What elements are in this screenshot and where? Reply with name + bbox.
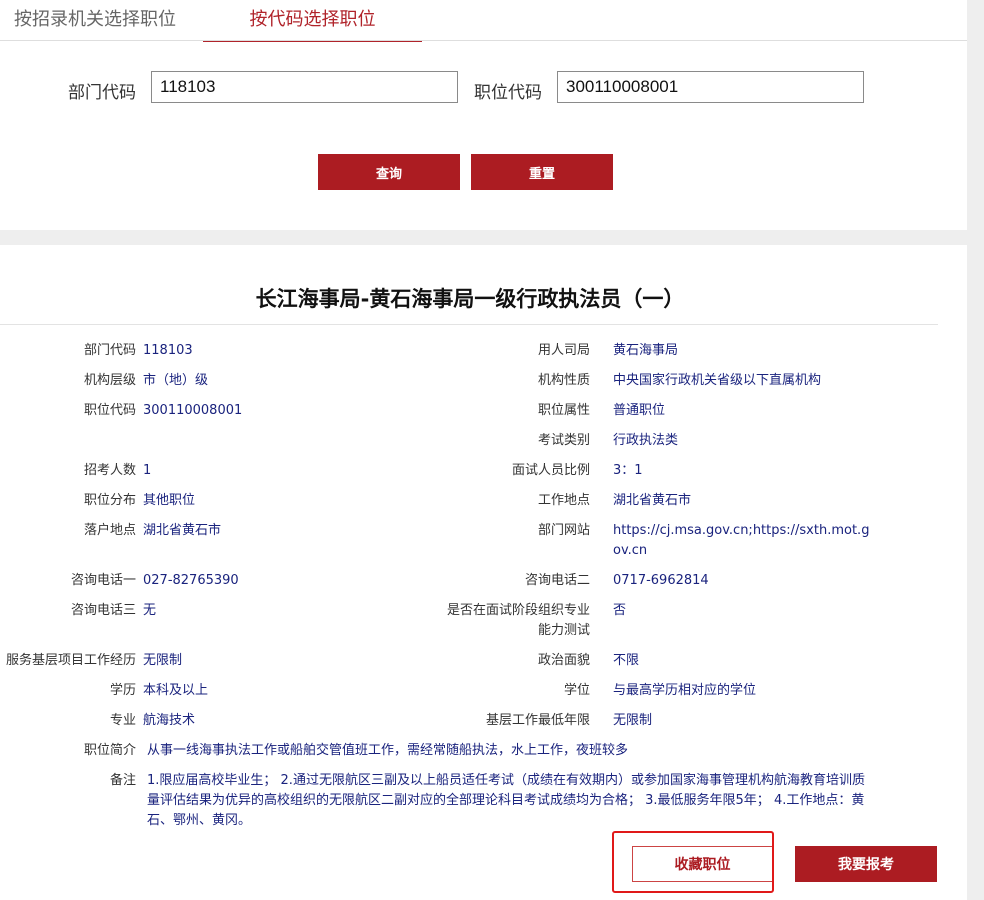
position-title: 长江海事局-黄石海事局一级行政执法员（一） [255,287,685,311]
org-nature-label: 机构性质 [537,373,590,388]
work-location-label: 工作地点 [537,493,590,508]
org-level-value: 市（地）级 [143,373,209,388]
tab-divider [0,40,967,41]
search-panel: 按招录机关选择职位 按代码选择职位 部门代码 职位代码 查询 重置 [0,0,967,230]
grassroots-project-label: 服务基层项目工作经历 [5,653,136,668]
political-status-label: 政治面貌 [537,653,590,668]
distribution-value: 其他职位 [143,493,196,508]
position-code-label: 职位代码 [474,83,542,103]
education-label: 学历 [109,683,136,698]
dept-code-input[interactable] [151,71,458,103]
settle-location-value: 湖北省黄石市 [143,523,222,538]
dept-website-link[interactable]: https://cj.msa.gov.cn;https://sxth.mot.g… [613,521,875,561]
tab-by-agency[interactable]: 按招录机关选择职位 [0,0,190,40]
dept-code-field-value: 118103 [143,343,193,358]
dept-website-label: 部门网站 [537,523,590,538]
political-status-value: 不限 [613,653,640,668]
exam-category-value: 行政执法类 [613,433,679,448]
employer-value: 黄石海事局 [613,343,679,358]
distribution-label: 职位分布 [83,493,136,508]
highlight-box [612,831,774,893]
position-intro-value: 从事一线海事执法工作或船舶交管值班工作，需经常随船执法，水上工作，夜班较多 [147,743,629,758]
position-attr-label: 职位属性 [537,403,590,418]
query-button[interactable]: 查询 [318,154,460,190]
position-code-input[interactable] [557,71,864,103]
phone3-value: 无 [143,603,157,618]
degree-value: 与最高学历相对应的学位 [613,683,757,698]
recruit-count-label: 招考人数 [83,463,136,478]
interview-ratio-label: 面试人员比例 [511,463,590,478]
position-attr-value: 普通职位 [613,403,666,418]
remarks-value: 1.限应届高校毕业生； 2.通过无限航区三副及以上船员适任考试（成绩在有效期内）… [147,773,865,828]
settle-location-label: 落户地点 [83,523,136,538]
recruit-count-value: 1 [143,463,152,478]
work-location-value: 湖北省黄石市 [613,493,692,508]
degree-label: 学位 [563,683,590,698]
reset-button[interactable]: 重置 [471,154,613,190]
position-code-field-value: 300110008001 [143,403,243,418]
position-detail-panel: 长江海事局-黄石海事局一级行政执法员（一） 部门代码 118103 用人司局 黄… [0,245,967,900]
tab-by-code[interactable]: 按代码选择职位 [203,0,422,42]
phone3-label: 咨询电话三 [70,603,136,618]
employer-label: 用人司局 [537,343,590,358]
position-intro-label: 职位简介 [83,743,136,758]
phone2-value: 0717-6962814 [613,573,709,588]
major-value: 航海技术 [143,713,196,728]
org-nature-value: 中央国家行政机关省级以下直属机构 [613,373,822,388]
apply-button[interactable]: 我要报考 [795,846,937,882]
education-value: 本科及以上 [143,683,209,698]
title-divider [0,324,938,325]
interview-ratio-value: 3：1 [613,463,643,478]
remarks-label: 备注 [109,773,136,788]
phone2-label: 咨询电话二 [524,573,590,588]
exam-category-label: 考试类别 [537,433,590,448]
phone1-value: 027-82765390 [143,573,239,588]
dept-code-label: 部门代码 [68,83,136,103]
special-test-value: 否 [613,603,627,618]
position-code-field-label: 职位代码 [83,403,136,418]
grassroots-years-label: 基层工作最低年限 [485,713,590,728]
special-test-label: 是否在面试阶段组织专业能力测试 [446,603,590,638]
grassroots-years-value: 无限制 [613,713,653,728]
grassroots-project-value: 无限制 [143,653,183,668]
org-level-label: 机构层级 [83,373,136,388]
major-label: 专业 [109,713,136,728]
dept-code-field-label: 部门代码 [83,343,136,358]
phone1-label: 咨询电话一 [70,573,136,588]
